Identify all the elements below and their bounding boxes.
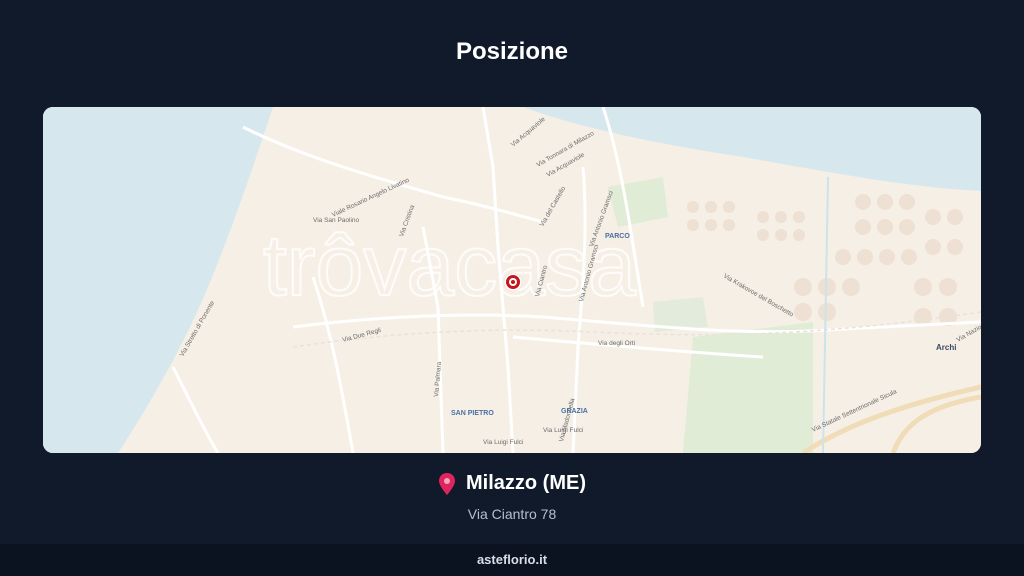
district-label: Archi bbox=[936, 343, 956, 352]
location-info: Milazzo (ME) Via Ciantro 78 bbox=[0, 472, 1024, 522]
footer: asteflorio.it bbox=[0, 544, 1024, 576]
district-label: SAN PIETRO bbox=[451, 410, 494, 417]
street-label: Via degli Orti bbox=[598, 340, 635, 347]
location-pin-marker[interactable] bbox=[504, 273, 522, 291]
footer-site-link[interactable]: asteflorio.it bbox=[477, 552, 547, 567]
page-title: Posizione bbox=[455, 38, 569, 65]
location-address: Via Ciantro 78 bbox=[467, 505, 557, 522]
location-map[interactable]: trôvacasa Via Acquaviole Via Tonnara di … bbox=[43, 107, 981, 453]
district-label: PARCO bbox=[605, 233, 630, 240]
street-label: Via Luigi Fulci bbox=[483, 439, 523, 446]
street-label: Via San Paolino bbox=[313, 217, 360, 224]
map-pin-icon bbox=[438, 472, 456, 495]
district-label: GRAZIA bbox=[561, 408, 588, 415]
location-city: Milazzo (ME) bbox=[466, 472, 586, 494]
park-area bbox=[683, 322, 813, 453]
